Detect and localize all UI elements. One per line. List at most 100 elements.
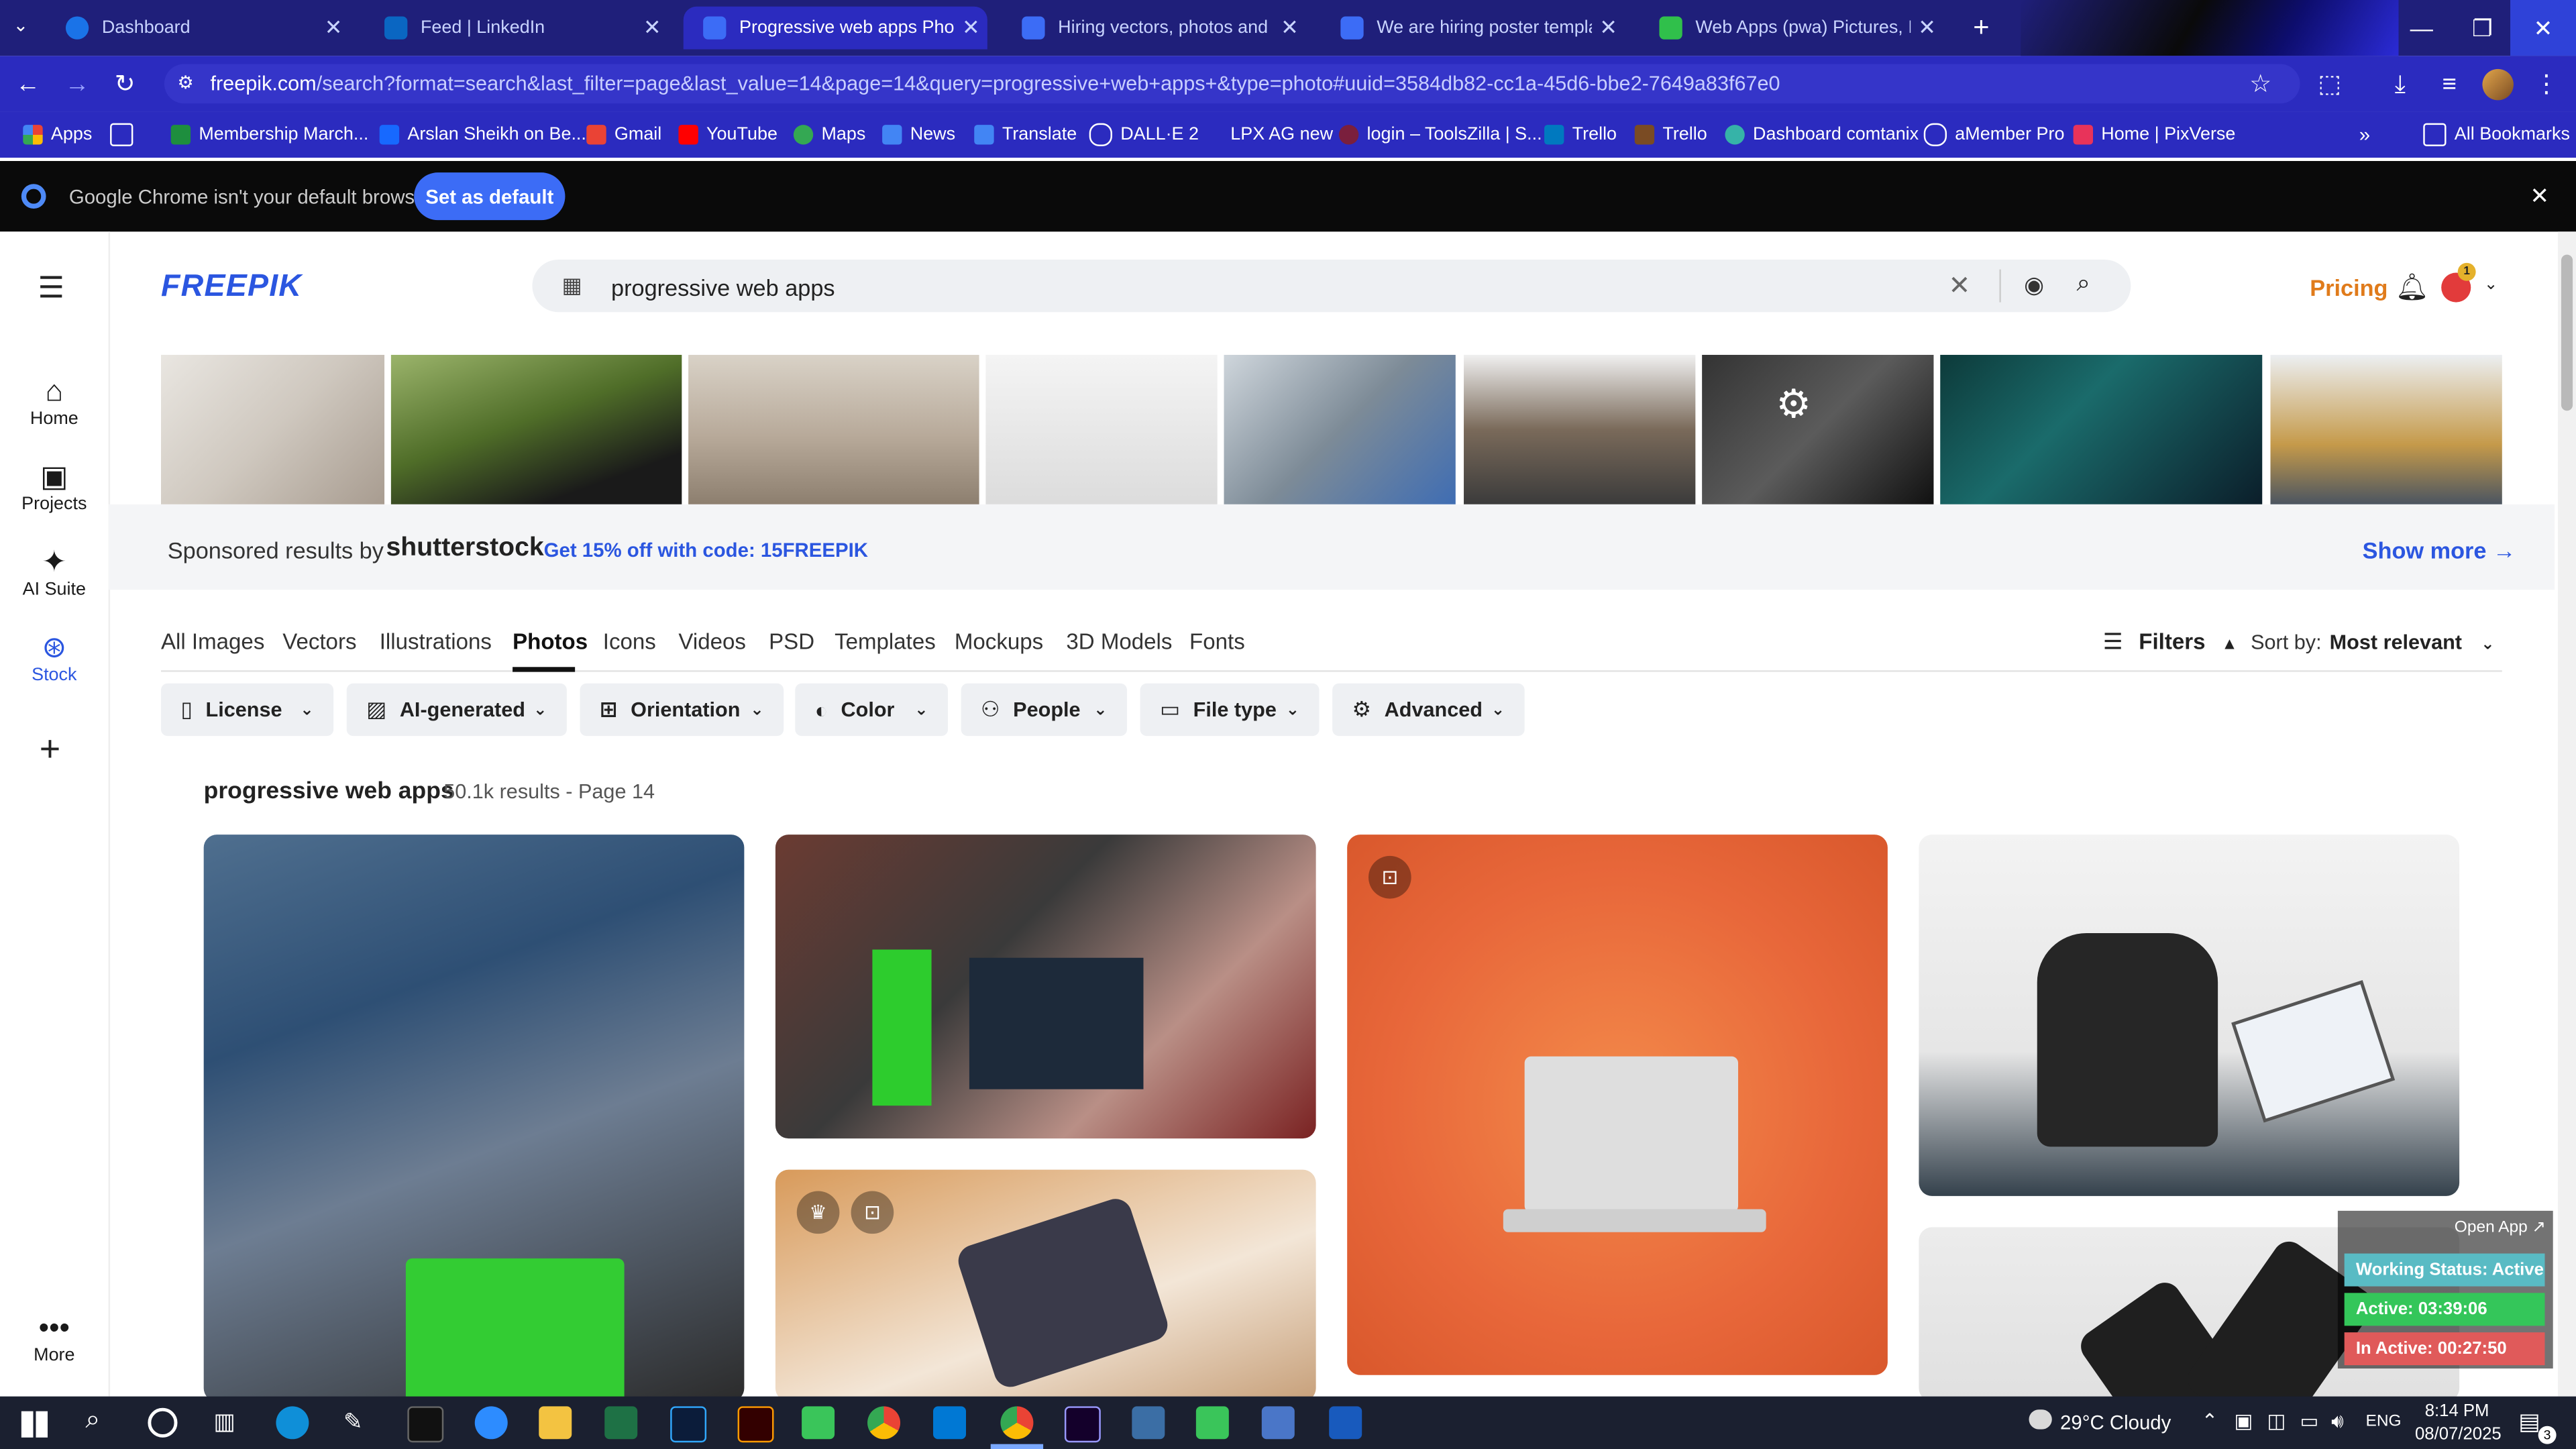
clock-time[interactable]: 8:14 PM	[2425, 1401, 2489, 1421]
sponsored-image[interactable]: ⚙	[1702, 354, 1934, 504]
freepik-logo[interactable]: FREEPIK	[161, 270, 302, 306]
notification-center-icon[interactable]: ▤	[2518, 1408, 2540, 1436]
tab-templates[interactable]: Templates	[835, 629, 936, 654]
color-filter[interactable]: ◐ Color ⌄	[795, 683, 949, 737]
bookmark-membership[interactable]: Membership March...	[170, 121, 369, 148]
more-bookmarks-chevron-icon[interactable]: »	[2359, 121, 2370, 148]
result-photo[interactable]	[203, 835, 745, 1401]
sidebar-item-home[interactable]: ⌂ Home	[0, 373, 109, 429]
show-more-link[interactable]: Show more →	[2363, 537, 2516, 564]
sponsored-image[interactable]	[1940, 354, 2263, 504]
terminal-icon[interactable]	[407, 1406, 444, 1443]
tray-chevron-up-icon[interactable]: ⌃	[2202, 1409, 2218, 1432]
zoom-icon[interactable]	[474, 1406, 508, 1440]
illustrator-icon[interactable]	[737, 1406, 774, 1443]
bookmark-trello-2[interactable]: Trello	[1634, 121, 1707, 148]
premiere-icon[interactable]	[1064, 1406, 1101, 1443]
tab-search-chevron-icon[interactable]: ⌄	[13, 15, 29, 36]
people-filter[interactable]: ⚇ People ⌄	[961, 683, 1128, 737]
close-tab-icon[interactable]: ✕	[1911, 15, 1943, 41]
tab-psd[interactable]: PSD	[769, 629, 814, 654]
app-blue-icon[interactable]	[1132, 1406, 1165, 1440]
clock-date[interactable]: 08/07/2025	[2415, 1424, 2502, 1444]
promo-code-text[interactable]: Get 15% off with code: 15FREEPIK	[544, 539, 868, 561]
search-input[interactable]	[608, 269, 1929, 306]
photoshop-icon[interactable]	[670, 1406, 707, 1443]
sidebar-item-more[interactable]: ••• More	[0, 1309, 109, 1365]
sponsored-image[interactable]	[1224, 354, 1456, 504]
site-info-icon[interactable]: ⚙	[177, 72, 193, 93]
close-tab-icon[interactable]: ✕	[955, 15, 987, 41]
sponsored-image[interactable]	[161, 354, 385, 504]
bookmark-news[interactable]: News	[882, 121, 955, 148]
sidebar-item-projects[interactable]: ▣ Projects	[0, 458, 109, 515]
bookmark-pixverse[interactable]: Home | PixVerse	[2073, 121, 2235, 148]
new-tab-plus-icon[interactable]: +	[1973, 11, 1989, 44]
result-photo[interactable]: ♛ ⊡	[775, 1169, 1316, 1401]
license-filter[interactable]: ▯ License ⌄	[161, 683, 334, 737]
sponsored-image[interactable]	[1464, 354, 1696, 504]
ai-generated-filter[interactable]: ▨ AI-generated ⌄	[346, 683, 567, 737]
tab-linkedin[interactable]: Feed | LinkedIn ✕	[365, 7, 669, 50]
bell-icon[interactable]: 🔔︎	[2396, 271, 2429, 304]
extensions-icon[interactable]: ⬚	[2315, 69, 2345, 99]
file-explorer-icon[interactable]	[539, 1406, 572, 1440]
address-bar[interactable]: ⚙ freepik.com/search?format=search&last_…	[164, 64, 2300, 104]
sponsored-image[interactable]	[688, 354, 979, 504]
bookmark-lpx[interactable]: LPX AG new	[1203, 121, 1333, 148]
app-green-icon[interactable]	[802, 1406, 835, 1440]
close-tab-icon[interactable]: ✕	[1592, 15, 1625, 41]
bookmark-behance[interactable]: Arslan Sheikh on Be...	[379, 121, 586, 148]
bookmark-gmail[interactable]: Gmail	[586, 121, 661, 148]
pen-icon[interactable]: ✎	[343, 1408, 363, 1436]
edge-icon[interactable]	[276, 1406, 309, 1440]
advanced-filter[interactable]: ⚙ Advanced ⌄	[1332, 683, 1525, 737]
tab-mockups[interactable]: Mockups	[955, 629, 1043, 654]
bookmark-toolszilla[interactable]: login – ToolsZilla | S...	[1338, 121, 1542, 148]
result-photo[interactable]: ⊡	[1347, 835, 1888, 1375]
clear-search-icon[interactable]: ✕	[1948, 270, 1970, 303]
bookmark-comtanix[interactable]: Dashboard comtanix	[1725, 121, 1919, 148]
tab-fonts[interactable]: Fonts	[1189, 629, 1245, 654]
language-indicator[interactable]: ENG	[2366, 1413, 2402, 1431]
cortana-icon[interactable]	[148, 1407, 178, 1438]
result-photo[interactable]	[775, 835, 1316, 1139]
tab-freepik-hiring[interactable]: Hiring vectors, photos and PSD ✕	[1002, 7, 1306, 50]
tab-vectors[interactable]: Vectors	[282, 629, 356, 654]
tab-shutterstock[interactable]: Web Apps (pwa) Pictures, Image ✕	[1640, 7, 1943, 50]
back-arrow-icon[interactable]: ←	[13, 69, 43, 99]
tray-icon[interactable]: ▣	[2235, 1409, 2253, 1432]
restore-icon[interactable]: ❐	[2449, 0, 2515, 56]
filters-toggle[interactable]: ☰ Filters ▲	[2103, 629, 2238, 655]
sponsored-image[interactable]	[2270, 354, 2502, 504]
word-icon[interactable]	[1329, 1406, 1362, 1440]
tab-freepik-poster[interactable]: We are hiring poster template | ✕	[1321, 7, 1625, 50]
tab-3d-models[interactable]: 3D Models	[1066, 629, 1172, 654]
sort-dropdown[interactable]: Most relevant ⌄	[2330, 631, 2495, 653]
image-type-icon[interactable]: ▦	[562, 273, 582, 299]
search-icon[interactable]: ⌕	[85, 1406, 100, 1436]
excel-icon[interactable]	[604, 1406, 638, 1440]
network-icon[interactable]: ▭	[2300, 1409, 2319, 1432]
bookmark-amember[interactable]: aMember Pro	[1923, 121, 2064, 148]
set-as-default-button[interactable]: Set as default	[414, 172, 566, 221]
bookmark-maps[interactable]: Maps	[793, 121, 865, 148]
window-close-icon[interactable]: ✕	[2510, 0, 2576, 56]
result-photo[interactable]	[1919, 835, 2460, 1196]
add-plus-icon[interactable]: +	[40, 728, 60, 771]
tab-photos[interactable]: Photos	[513, 629, 588, 654]
sponsored-image[interactable]	[985, 354, 1218, 504]
forward-arrow-icon[interactable]: →	[62, 69, 92, 99]
calculator-icon[interactable]	[1261, 1406, 1295, 1440]
tab-dashboard[interactable]: Dashboard ✕	[46, 7, 350, 50]
weather-text[interactable]: 29°C Cloudy	[2060, 1411, 2171, 1434]
all-bookmarks[interactable]: All Bookmarks	[2423, 121, 2570, 148]
open-app-link[interactable]: Open App ↗	[2455, 1219, 2546, 1237]
profile-avatar[interactable]	[2482, 68, 2514, 101]
minimize-icon[interactable]: —	[2389, 0, 2455, 56]
bookmark-grid-icon[interactable]	[110, 121, 142, 148]
tray-icon[interactable]: ◫	[2267, 1409, 2286, 1432]
chrome-icon[interactable]	[867, 1406, 901, 1440]
bookmark-dalle[interactable]: DALL·E 2	[1089, 121, 1199, 148]
pricing-link[interactable]: Pricing	[2310, 274, 2387, 301]
